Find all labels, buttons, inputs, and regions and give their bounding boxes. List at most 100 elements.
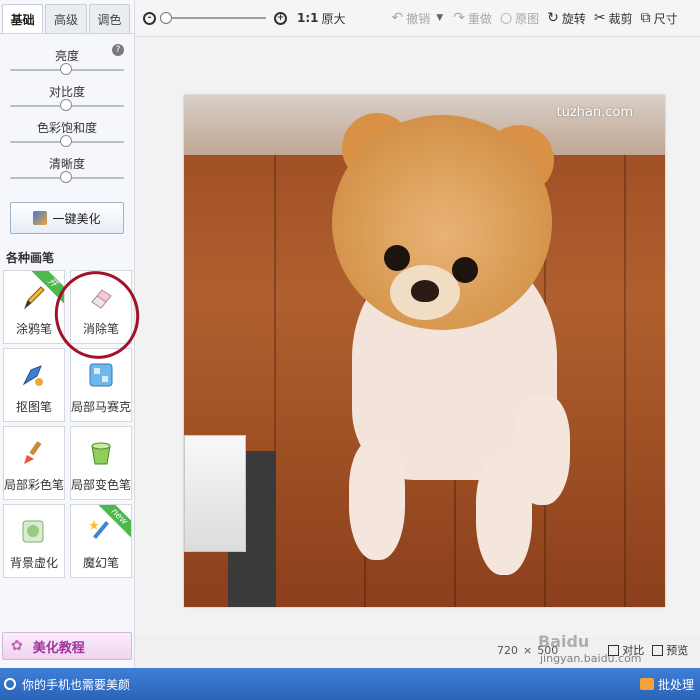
beautify-tutorial-button[interactable]: ✿ 美化教程 [2,632,132,660]
zoom-slider[interactable] [160,12,266,24]
background-blur-tool[interactable]: 背景虚化 [3,504,65,578]
zoom-in-icon: + [274,11,287,25]
rotate-button[interactable]: ↻ 旋转 [547,10,586,27]
brightness-slider[interactable] [10,63,124,76]
dog-eye [452,257,478,283]
saturation-slider[interactable] [10,135,124,148]
size-button[interactable]: ⧉ 尺寸 [641,10,678,27]
status-message: 你的手机也需要美颜 [22,677,131,692]
actual-size-button[interactable]: 1:1 原大 [297,10,346,27]
sharpness-slider-thumb[interactable] [60,171,72,183]
photo-editor-app: 基础 高级 调色 ? 亮度 对比度 色彩饱和度 清晰度 一键美化 各种画笔 开 … [0,0,700,700]
zoom-out-icon: - [143,11,156,25]
contrast-slider-group: 对比度 [8,84,126,112]
tool-label: 背景虚化 [9,556,58,570]
magic-brush-tool[interactable]: new 魔幻笔 [70,504,132,578]
tool-label: 魔幻笔 [82,556,119,570]
image-canvas[interactable]: tuzhan.com [135,37,700,637]
dog-leg [349,440,405,560]
crop-button[interactable]: ✂ 裁剪 [594,10,633,27]
preview-label: 预览 [666,644,689,657]
status-message-link[interactable]: 你的手机也需要美颜 [4,676,130,693]
sharpness-slider-group: 清晰度 [8,156,126,184]
baidu-watermark: Baidu [538,632,590,651]
tab-bar: 基础 高级 调色 [0,0,134,34]
dog-photo[interactable]: tuzhan.com [184,95,665,607]
size-label: 尺寸 [653,11,678,26]
tool-label: 局部马赛克 [71,400,132,414]
local-mosaic-tool[interactable]: 局部马赛克 [70,348,132,422]
beautify-icon [33,211,48,225]
beautify-tutorial-label: 美化教程 [32,640,85,656]
background-blur-icon [22,520,44,543]
cutout-pen-icon [22,365,43,386]
tool-label: 局部彩色笔 [4,478,65,492]
brightness-slider-thumb[interactable] [60,63,72,75]
top-toolbar: - + 1:1 原大 ↶ 撤销 ▼ ↷ 重做 ○ 原图 ↻ 旋转 ✂ 裁剪 ⧉ … [135,0,700,37]
brushes-section-title: 各种画笔 [6,251,55,265]
jingyan-watermark: jingyan.baidu.com [540,652,642,665]
saturation-label: 色彩饱和度 [36,121,97,135]
rotate-icon: ↻ [547,10,559,26]
paint-brush-icon [24,441,42,464]
batch-icon [639,678,654,690]
crop-label: 裁剪 [608,11,633,26]
mosaic-icon [89,363,113,387]
undo-button[interactable]: ↶ 撤销 ▼ [392,10,444,27]
brightness-label: 亮度 [54,49,79,63]
cutout-brush-tool[interactable]: 抠图笔 [3,348,65,422]
rotate-label: 旋转 [561,11,586,26]
tool-label: 涂鸦笔 [15,322,52,336]
pencil-icon [23,286,45,310]
tab-color[interactable]: 调色 [88,4,130,33]
local-color-brush-tool[interactable]: 局部彩色笔 [3,426,65,500]
dog-leg [514,395,570,505]
zoom-slider-thumb[interactable] [160,12,172,24]
photo-watermark: tuzhan.com [556,105,633,120]
original-image-button[interactable]: ○ 原图 [500,10,539,27]
undo-label: 撤销 [406,11,431,26]
floor-plank [624,155,626,607]
circle-icon: ○ [499,10,513,26]
resize-icon: ⧉ [640,10,651,26]
tab-advanced[interactable]: 高级 [45,4,87,33]
one-click-beautify-label: 一键美化 [52,211,101,226]
tab-basic[interactable]: 基础 [2,4,44,33]
undo-icon: ↶ [391,10,404,26]
batch-process-button[interactable]: 批处理 [639,676,694,693]
footprint-icon: ✿ [11,638,23,654]
local-recolor-brush-tool[interactable]: 局部变色笔 [70,426,132,500]
zoom-out-button[interactable]: - [143,11,156,25]
help-icon[interactable]: ? [112,44,124,56]
tool-label: 局部变色笔 [71,478,132,492]
dog-eye [384,245,410,271]
dog-nose [411,280,439,302]
times-sign: × [523,643,533,657]
sharpness-slider[interactable] [10,171,124,184]
magic-wand-icon [89,520,109,539]
contrast-slider-thumb[interactable] [60,99,72,111]
one-click-beautify-button[interactable]: 一键美化 [10,202,124,234]
photo-bowl [184,435,246,552]
preview-icon [652,644,664,656]
saturation-slider-thumb[interactable] [60,135,72,147]
image-width: 720 [497,643,518,657]
preview-button[interactable]: 预览 [652,642,688,658]
redo-button[interactable]: ↷ 重做 [453,10,492,27]
redo-label: 重做 [467,11,492,26]
undo-dropdown-icon[interactable]: ▼ [436,13,443,23]
info-icon [4,678,16,690]
adjust-panel: ? 亮度 对比度 色彩饱和度 清晰度 [0,34,134,188]
tool-label: 抠图笔 [15,400,52,414]
zoom-in-button[interactable]: + [274,11,287,25]
brightness-slider-group: 亮度 [8,48,126,76]
contrast-label: 对比度 [48,85,85,99]
sharpness-label: 清晰度 [48,157,85,171]
original-size-label: 原大 [321,11,346,26]
batch-process-label: 批处理 [657,677,694,692]
redo-icon: ↷ [453,10,465,26]
one-to-one-label: 1:1 [297,11,319,25]
saturation-slider-group: 色彩饱和度 [8,120,126,148]
contrast-slider[interactable] [10,99,124,112]
status-bar: 你的手机也需要美颜 批处理 [0,668,700,700]
